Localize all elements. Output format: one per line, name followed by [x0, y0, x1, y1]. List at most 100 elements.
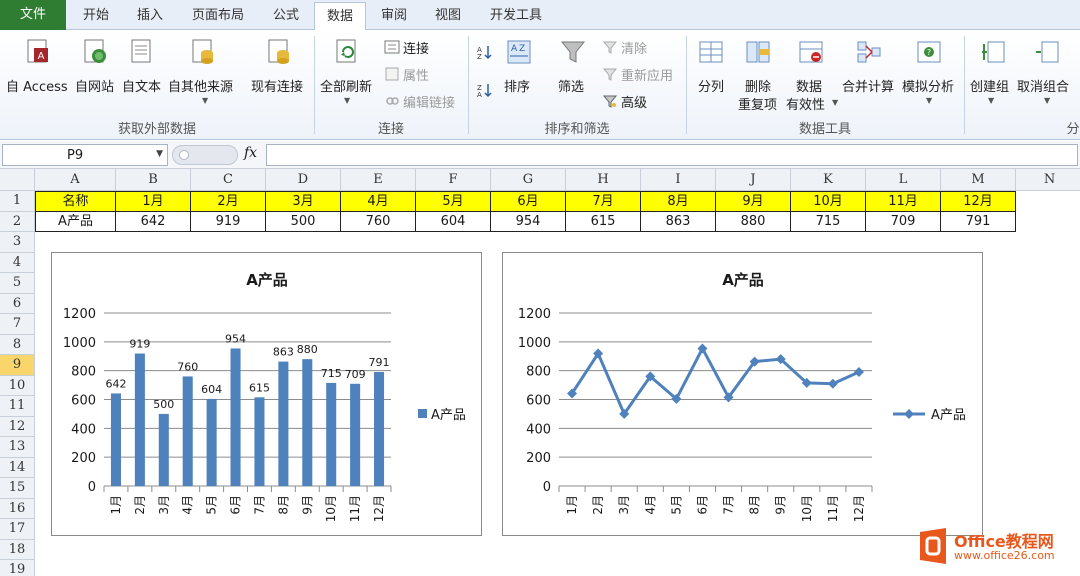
remove-duplicates-label-2[interactable]: 重复项	[738, 94, 777, 113]
connections-button[interactable]: 连接	[403, 38, 429, 57]
column-header[interactable]: I	[641, 169, 716, 191]
table-cell[interactable]: 880	[716, 211, 791, 232]
formula-input[interactable]	[266, 144, 1078, 166]
row-header[interactable]: 10	[0, 375, 35, 396]
refresh-all-button[interactable]: 全部刷新	[320, 76, 372, 95]
row-header[interactable]: 9	[0, 355, 35, 376]
column-header[interactable]: M	[941, 169, 1016, 191]
table-header-cell[interactable]: 12月	[941, 191, 1016, 212]
ungroup-button[interactable]: 取消组合	[1017, 76, 1069, 95]
table-header-cell[interactable]: 11月	[866, 191, 941, 212]
table-header-cell[interactable]: 名称	[35, 191, 116, 212]
row-header[interactable]: 12	[0, 416, 35, 437]
table-cell[interactable]: 500	[266, 211, 341, 232]
from-other-sources-button[interactable]: 自其他来源	[168, 76, 233, 95]
row-header[interactable]: 1	[0, 191, 35, 212]
remove-duplicates-label-1[interactable]: 删除	[745, 76, 771, 95]
reapply-button[interactable]: 重新应用	[621, 65, 673, 84]
column-header[interactable]: G	[491, 169, 566, 191]
properties-button[interactable]: 属性	[403, 65, 429, 84]
tab-page-layout[interactable]: 页面布局	[178, 2, 258, 30]
table-cell[interactable]: 954	[491, 211, 566, 232]
column-header[interactable]: B	[116, 169, 191, 191]
column-header[interactable]: L	[866, 169, 941, 191]
sort-ascending-icon[interactable]: AZ	[476, 44, 492, 61]
row-header[interactable]: 5	[0, 273, 35, 294]
table-cell[interactable]: 642	[116, 211, 191, 232]
column-header[interactable]: J	[716, 169, 791, 191]
select-all-corner[interactable]	[0, 169, 35, 191]
row-header[interactable]: 16	[0, 498, 35, 519]
table-cell[interactable]: 863	[641, 211, 716, 232]
clear-button[interactable]: 清除	[621, 38, 647, 57]
tab-review[interactable]: 审阅	[368, 2, 420, 30]
tab-formulas[interactable]: 公式	[260, 2, 312, 30]
line-chart[interactable]: A产品 0 200 400 600 800 1000 1200 1月 2月 3月 4月 5月 6月 7月 8月…	[502, 252, 983, 536]
what-if-analysis-button[interactable]: 模拟分析	[902, 76, 954, 95]
row-header[interactable]: 3	[0, 232, 35, 253]
table-header-cell[interactable]: 5月	[416, 191, 491, 212]
insert-function-icon[interactable]: fx	[244, 145, 257, 161]
advanced-button[interactable]: 高级	[621, 92, 647, 111]
tab-view[interactable]: 视图	[422, 2, 474, 30]
table-cell[interactable]: 715	[791, 211, 866, 232]
row-header[interactable]: 6	[0, 293, 35, 314]
tab-insert[interactable]: 插入	[124, 2, 176, 30]
column-header[interactable]: K	[791, 169, 866, 191]
row-header[interactable]: 17	[0, 519, 35, 540]
row-header[interactable]: 8	[0, 334, 35, 355]
table-header-cell[interactable]: 1月	[116, 191, 191, 212]
table-cell[interactable]: 760	[341, 211, 416, 232]
table-cell[interactable]: 615	[566, 211, 641, 232]
column-header[interactable]: H	[566, 169, 641, 191]
name-box[interactable]: P9 ▼	[2, 144, 168, 166]
table-header-cell[interactable]: 7月	[566, 191, 641, 212]
row-header[interactable]: 7	[0, 314, 35, 335]
sort-descending-icon[interactable]: ZA	[476, 82, 492, 99]
table-header-cell[interactable]: 3月	[266, 191, 341, 212]
chevron-down-icon[interactable]: ▼	[156, 149, 163, 159]
table-header-cell[interactable]: 4月	[341, 191, 416, 212]
table-cell[interactable]: 919	[191, 211, 266, 232]
row-header[interactable]: 19	[0, 560, 35, 576]
table-header-cell[interactable]: 10月	[791, 191, 866, 212]
from-web-button[interactable]: 自网站	[75, 76, 114, 95]
consolidate-button[interactable]: 合并计算	[842, 76, 894, 95]
text-to-columns-button[interactable]: 分列	[698, 76, 724, 95]
row-header[interactable]: 2	[0, 211, 35, 232]
filter-button[interactable]: 筛选	[558, 76, 584, 95]
table-cell[interactable]: 791	[941, 211, 1016, 232]
table-header-cell[interactable]: 2月	[191, 191, 266, 212]
table-header-cell[interactable]: 6月	[491, 191, 566, 212]
table-cell[interactable]: A产品	[35, 211, 116, 232]
column-header[interactable]: F	[416, 169, 491, 191]
column-header[interactable]: E	[341, 169, 416, 191]
row-header[interactable]: 18	[0, 539, 35, 560]
row-header[interactable]: 11	[0, 396, 35, 417]
tab-file[interactable]: 文件	[0, 0, 66, 30]
table-cell[interactable]: 709	[866, 211, 941, 232]
tab-developer[interactable]: 开发工具	[476, 2, 556, 30]
row-header[interactable]: 4	[0, 252, 35, 273]
table-cell[interactable]: 604	[416, 211, 491, 232]
tab-home[interactable]: 开始	[68, 2, 124, 30]
from-access-button[interactable]: 自 Access	[6, 76, 68, 95]
row-header[interactable]: 13	[0, 437, 35, 458]
tab-data[interactable]: 数据	[314, 2, 366, 31]
data-validation-label-1[interactable]: 数据	[796, 76, 822, 95]
row-header[interactable]: 15	[0, 478, 35, 499]
column-header[interactable]: N	[1016, 169, 1080, 191]
table-header-cell[interactable]: 9月	[716, 191, 791, 212]
column-header[interactable]: A	[35, 169, 116, 191]
column-header[interactable]: C	[191, 169, 266, 191]
column-header[interactable]: D	[266, 169, 341, 191]
existing-connections-button[interactable]: 现有连接	[251, 76, 303, 95]
bar-chart[interactable]: A产品 0 200 400 600 800 1000 1200 1月 2月 3月 4月 5月 6月 7月 8月…	[51, 252, 482, 536]
group-button[interactable]: 创建组	[970, 76, 1009, 95]
sort-button[interactable]: 排序	[504, 76, 530, 95]
from-text-button[interactable]: 自文本	[122, 76, 161, 95]
row-header[interactable]: 14	[0, 457, 35, 478]
data-validation-label-2[interactable]: 有效性	[786, 94, 825, 113]
table-header-cell[interactable]: 8月	[641, 191, 716, 212]
edit-links-button[interactable]: 编辑链接	[403, 92, 455, 111]
